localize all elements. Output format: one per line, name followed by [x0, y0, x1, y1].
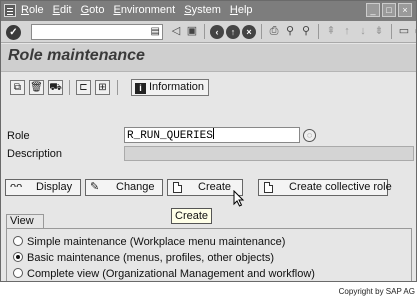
glasses-icon: ᴖᴖ: [10, 181, 23, 193]
close-icon[interactable]: ×: [398, 3, 412, 17]
shortcut-icon[interactable]: ▭: [413, 24, 416, 39]
toolbar-separator: [204, 24, 205, 39]
next-page-icon[interactable]: ↓: [356, 24, 370, 39]
change-button[interactable]: ✎ Change: [85, 179, 163, 196]
display-button[interactable]: ᴖᴖ Display: [5, 179, 81, 196]
find-next-icon[interactable]: ⚲: [299, 24, 313, 39]
command-dropdown-icon[interactable]: ▤: [151, 26, 160, 37]
role-label: Role: [7, 130, 30, 142]
create-session-icon[interactable]: ▭: [397, 24, 411, 39]
exit-icon[interactable]: ↑: [226, 24, 240, 39]
possible-entries-icon[interactable]: ◌: [303, 129, 316, 142]
toolbar-separator: [318, 24, 319, 39]
menu-items: Role Edit Goto Environment System Help: [21, 4, 253, 16]
info-icon: i: [135, 83, 146, 94]
hierarchy-icon[interactable]: ⊞: [95, 80, 110, 95]
transport-icon[interactable]: ⛟: [48, 80, 63, 95]
radio-simple-maintenance[interactable]: Simple maintenance (Workplace menu maint…: [13, 236, 285, 248]
view-group-label: View: [6, 214, 44, 228]
title-bar: Role maintenance: [1, 44, 416, 72]
menu-environment[interactable]: Environment: [113, 4, 175, 16]
page-title: Role maintenance: [8, 47, 145, 64]
radio-label: Complete view (Organizational Management…: [27, 268, 315, 280]
previous-page-icon[interactable]: ↑: [340, 24, 354, 39]
command-field[interactable]: ▤: [31, 24, 163, 40]
radio-label: Simple maintenance (Workplace menu maint…: [27, 236, 286, 248]
create-label: Create: [198, 181, 232, 193]
print-icon[interactable]: ⎙: [267, 24, 281, 39]
menu-role[interactable]: Role: [21, 4, 44, 16]
standard-toolbar: ✓ ▤ ◁ ▣ ‹ ↑ × ⎙ ⚲ ⚲ ⇞ ↑ ↓ ⇟ ▭ ▭ ? ▦: [1, 21, 416, 43]
tooltip: Create: [171, 208, 213, 224]
radio-label: Basic maintenance (menus, profiles, othe…: [27, 252, 275, 264]
role-input[interactable]: R_RUN_QUERIES: [124, 127, 300, 143]
back-icon[interactable]: ‹: [210, 24, 224, 39]
radio-button[interactable]: [13, 268, 23, 278]
information-label: Information: [149, 81, 205, 93]
create-button[interactable]: Create: [167, 179, 243, 196]
menu-edit[interactable]: Edit: [53, 4, 72, 16]
application-toolbar: ⧉ 🗑 ⛟ ⊏ ⊞ i Information: [1, 75, 416, 97]
text-cursor: [212, 128, 214, 139]
change-label: Change: [116, 181, 155, 193]
menu-goto[interactable]: Goto: [81, 4, 105, 16]
menu-bar: Role Edit Goto Environment System Help _…: [1, 1, 416, 21]
toolbar-separator: [391, 24, 392, 39]
toolbar-separator: [69, 80, 70, 95]
find-icon[interactable]: ⚲: [283, 24, 297, 39]
toolbar-icons: ◁ ▣ ‹ ↑ × ⎙ ⚲ ⚲ ⇞ ↑ ↓ ⇟ ▭ ▭ ? ▦: [169, 24, 416, 39]
where-used-icon[interactable]: ⊏: [76, 80, 91, 95]
cancel-icon[interactable]: ×: [242, 24, 256, 39]
pencil-icon: ✎: [90, 181, 100, 193]
window-controls: _ □ ×: [366, 3, 412, 17]
history-back-icon[interactable]: ◁: [169, 24, 183, 39]
enter-check-icon[interactable]: ✓: [6, 25, 21, 40]
sap-window: Role Edit Goto Environment System Help _…: [0, 0, 417, 282]
menu-help[interactable]: Help: [230, 4, 253, 16]
new-document-icon: [264, 182, 273, 193]
description-field: [124, 146, 414, 161]
copy-icon[interactable]: ⧉: [10, 80, 25, 95]
minimize-icon[interactable]: _: [366, 3, 380, 17]
radio-basic-maintenance[interactable]: Basic maintenance (menus, profiles, othe…: [13, 252, 274, 264]
maximize-icon[interactable]: □: [382, 3, 396, 17]
create-collective-role-button[interactable]: Create collective role: [258, 179, 392, 196]
new-document-icon: [173, 182, 182, 193]
radio-button[interactable]: [13, 236, 23, 246]
create-collective-role-label: Create collective role: [289, 181, 392, 193]
save-icon[interactable]: ▣: [185, 24, 199, 39]
copyright-note: Copyright by SAP AG: [338, 287, 415, 296]
radio-button-selected[interactable]: [13, 252, 23, 262]
description-label: Description: [7, 148, 63, 160]
information-button[interactable]: i Information: [131, 79, 209, 96]
toolbar-separator: [117, 80, 118, 95]
toolbar-separator: [261, 24, 262, 39]
mouse-pointer-icon: [233, 190, 245, 207]
radio-complete-view[interactable]: Complete view (Organizational Management…: [13, 268, 315, 280]
delete-icon[interactable]: 🗑: [29, 80, 44, 95]
system-menu-icon[interactable]: [4, 4, 16, 17]
first-page-icon[interactable]: ⇞: [324, 24, 338, 39]
menu-system[interactable]: System: [184, 4, 221, 16]
display-label: Display: [36, 181, 73, 193]
last-page-icon[interactable]: ⇟: [372, 24, 386, 39]
role-value: R_RUN_QUERIES: [127, 130, 213, 142]
